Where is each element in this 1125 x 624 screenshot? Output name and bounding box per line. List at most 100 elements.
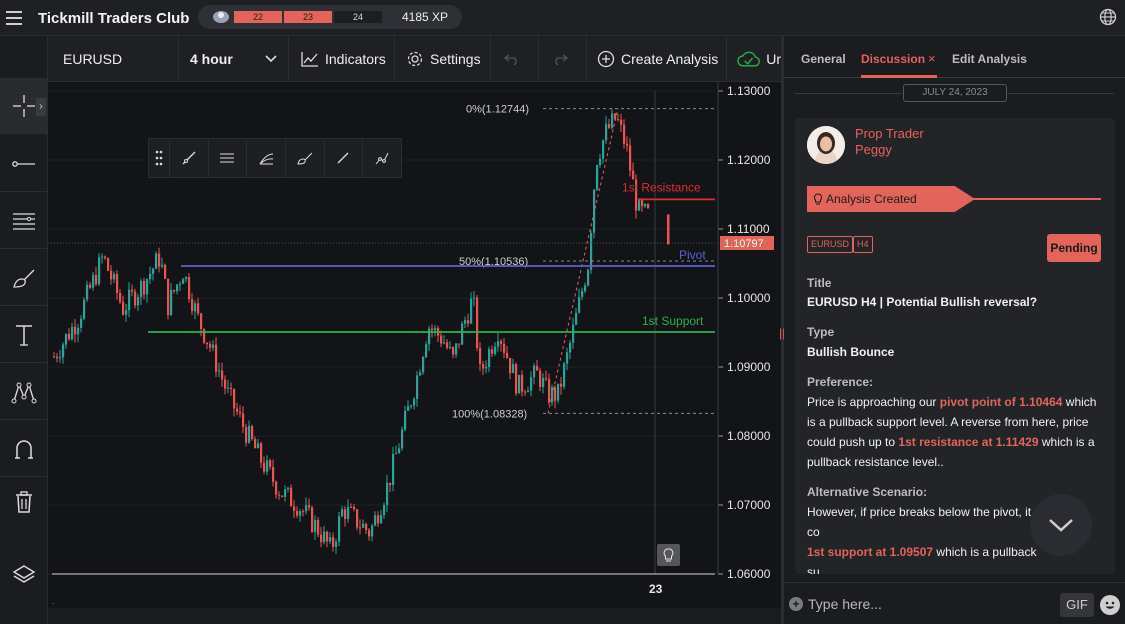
top-bar: Tickmill Traders Club 22 23 24 4185 XP xyxy=(0,0,1125,36)
candle-body xyxy=(110,270,113,280)
candle-body xyxy=(371,525,374,537)
candle-body xyxy=(140,280,143,298)
undo-button[interactable] xyxy=(491,36,539,82)
candle-body xyxy=(284,489,287,497)
candle-body xyxy=(257,443,260,449)
text-tool[interactable] xyxy=(0,307,47,363)
divider xyxy=(1008,93,1114,94)
plus-circle-icon xyxy=(597,50,615,68)
emoji-icon[interactable] xyxy=(1100,595,1120,615)
channel-icon xyxy=(220,153,235,163)
candle-body xyxy=(332,537,335,547)
drag-handle-icon[interactable] xyxy=(149,139,169,177)
candle-body xyxy=(92,274,95,288)
candle-body xyxy=(158,253,161,267)
candle-body xyxy=(218,370,221,372)
candle-body xyxy=(590,232,593,270)
candle-body xyxy=(587,269,590,286)
candle-body xyxy=(188,277,191,300)
author-name[interactable]: Peggy xyxy=(855,142,892,157)
chart-origin-mark: . xyxy=(52,597,55,606)
candle-body xyxy=(125,310,128,315)
settings-button[interactable]: Settings xyxy=(395,36,491,82)
crosshair-tool[interactable]: › xyxy=(0,78,47,134)
redo-button[interactable] xyxy=(539,36,587,82)
update-button[interactable]: Ur xyxy=(727,36,781,82)
active-tab-indicator xyxy=(861,75,937,78)
candle-body xyxy=(596,165,599,190)
draw-channel-button[interactable] xyxy=(207,139,247,177)
candle-body xyxy=(191,299,194,312)
candle-body xyxy=(203,328,206,343)
candle-body xyxy=(239,411,242,414)
candle-body xyxy=(527,390,530,393)
scroll-down-button[interactable] xyxy=(1030,494,1092,556)
candle-body xyxy=(215,344,218,372)
update-label: Ur xyxy=(766,51,781,67)
draw-segment-button[interactable] xyxy=(323,139,363,177)
drawing-tools-sidebar: › xyxy=(0,36,48,624)
timeframe-dropdown[interactable]: 4 hour xyxy=(179,36,289,82)
avatar[interactable] xyxy=(807,126,845,164)
symbol-selector[interactable]: EURUSD xyxy=(48,36,179,82)
close-icon[interactable]: × xyxy=(928,51,936,66)
tab-discussion[interactable]: Discussion xyxy=(861,52,925,66)
status-badge: Pending xyxy=(1047,234,1101,262)
timeframe-label: 4 hour xyxy=(190,51,233,67)
candle-body xyxy=(482,364,485,369)
candle-body xyxy=(308,505,311,508)
tab-edit-analysis[interactable]: Edit Analysis xyxy=(952,52,1027,66)
brush-tool[interactable] xyxy=(0,250,47,306)
y-tick-label: 1.12000 xyxy=(727,153,771,167)
candle-body xyxy=(131,289,134,292)
add-attachment-icon[interactable]: + xyxy=(789,597,803,611)
pattern-tool[interactable] xyxy=(0,364,47,420)
brush-icon xyxy=(297,152,313,165)
title-value: EURUSD H4 | Potential Bullish reversal? xyxy=(807,295,1038,309)
candle-body xyxy=(320,534,323,543)
delete-tool[interactable] xyxy=(0,474,47,530)
magnet-tool[interactable] xyxy=(0,421,47,477)
layers-tool[interactable] xyxy=(0,546,47,602)
brand-title[interactable]: Tickmill Traders Club xyxy=(38,10,189,27)
draw-fib-fan-button[interactable] xyxy=(246,139,285,177)
candle-body xyxy=(353,507,356,510)
globe-icon[interactable] xyxy=(1099,8,1117,26)
candle-body xyxy=(563,363,566,387)
tab-general[interactable]: General xyxy=(801,52,846,66)
draw-path-button[interactable] xyxy=(362,139,401,177)
candle-body xyxy=(602,140,605,159)
candle-body xyxy=(278,494,281,496)
author-role[interactable]: Prop Trader xyxy=(855,126,924,141)
fib-tool[interactable] xyxy=(0,193,47,249)
candle-body xyxy=(530,377,533,391)
candle-body xyxy=(572,324,575,343)
menu-icon[interactable] xyxy=(6,11,22,25)
projection-marker xyxy=(667,214,670,245)
candle-body xyxy=(95,274,98,285)
pivot-label: Pivot xyxy=(679,248,706,262)
candle-body xyxy=(212,344,215,348)
candle-body xyxy=(485,366,488,369)
draw-ray-button[interactable] xyxy=(168,139,208,177)
magnet-icon xyxy=(14,439,33,459)
line-tool[interactable] xyxy=(0,136,47,192)
candle-body xyxy=(302,511,305,513)
pattern-icon xyxy=(11,382,36,403)
candle-body xyxy=(113,274,116,280)
draw-brush-button[interactable] xyxy=(284,139,324,177)
candle-body xyxy=(65,333,68,345)
y-tick-label: 1.11000 xyxy=(727,222,770,236)
chart-line-icon xyxy=(301,52,318,67)
candle-body xyxy=(554,387,557,401)
title-label: Title xyxy=(807,276,832,290)
message-input[interactable] xyxy=(808,593,1048,615)
indicators-button[interactable]: Indicators xyxy=(289,36,395,82)
symbol-tag: EURUSD xyxy=(807,236,854,253)
create-analysis-button[interactable]: Create Analysis xyxy=(587,36,727,82)
candle-body xyxy=(455,343,458,355)
gif-button[interactable]: GIF xyxy=(1060,593,1094,617)
trend-line-icon xyxy=(11,160,35,167)
chevron-right-icon[interactable]: › xyxy=(36,98,46,116)
fib-0-label: 0%(1.12744) xyxy=(466,104,529,116)
